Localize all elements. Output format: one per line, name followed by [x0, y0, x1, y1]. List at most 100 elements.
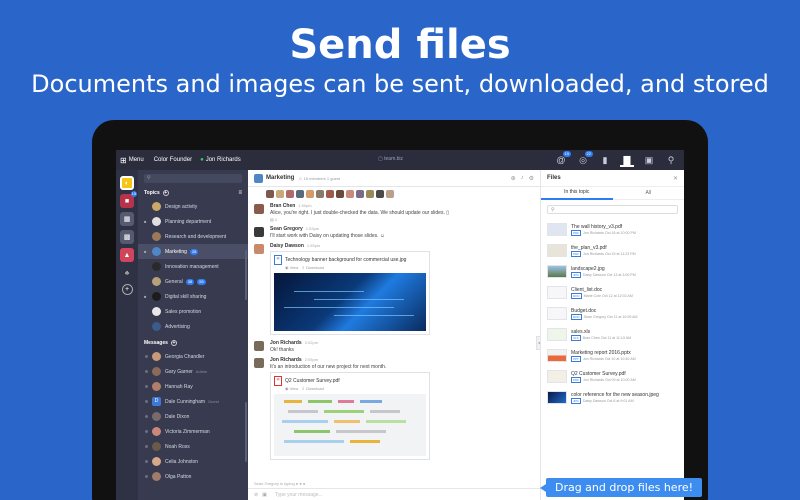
reaction[interactable]: ▤ 1: [270, 217, 532, 222]
gear-icon[interactable]: ⚙: [529, 175, 534, 182]
tab-all[interactable]: All: [613, 187, 685, 199]
file-item[interactable]: sales.xls XLS Bran Chen Oct 11 at 11:13 AM: [541, 324, 684, 345]
team-button-6[interactable]: ♣: [120, 266, 134, 280]
user-avatar: [152, 472, 161, 481]
download-link[interactable]: Download: [306, 386, 324, 391]
dm-item[interactable]: Georgia Chandler: [138, 349, 248, 364]
member-avatar[interactable]: [286, 190, 294, 198]
add-message-button[interactable]: +: [170, 340, 177, 346]
files-button[interactable]: ▇: [620, 153, 634, 167]
gif-icon[interactable]: ▣: [262, 492, 267, 498]
topic-item[interactable]: Advertising: [138, 319, 248, 334]
file-item[interactable]: Budget.doc DOC Sean Gregory Oct 11 at 10:0…: [541, 303, 684, 324]
document-preview[interactable]: [274, 394, 426, 456]
image-preview[interactable]: [274, 273, 426, 331]
file-item[interactable]: the_plan_v3.pdf PDF Jon Richards Oct 15 at…: [541, 240, 684, 261]
file-meta: JPG Daisy Dawson Oct 8 at 9:01 AM: [571, 398, 659, 404]
file-uploader: Bran Chen Oct 11 at 11:13 AM: [582, 336, 632, 340]
image-detail: [314, 299, 404, 300]
topic-item[interactable]: Innovation management: [138, 259, 248, 274]
member-avatar[interactable]: [276, 190, 284, 198]
view-link[interactable]: View: [290, 265, 299, 270]
topic-item[interactable]: Research and development: [138, 229, 248, 244]
add-member-icon[interactable]: ⊕: [511, 175, 516, 182]
files-search-input[interactable]: ⚲: [547, 205, 678, 214]
dm-item[interactable]: Celia Johnston: [138, 454, 248, 469]
dm-item[interactable]: D Dale Cunningham Guest: [138, 394, 248, 409]
sidebar-search-input[interactable]: ⚲: [144, 174, 242, 183]
members-button[interactable]: ▣: [642, 153, 656, 167]
bookmarks-button[interactable]: ▮: [598, 153, 612, 167]
eye-icon: ◉: [285, 386, 289, 391]
search-button[interactable]: ⚲: [664, 153, 678, 167]
file-attachment[interactable]: ▤ Technology banner background for commer…: [270, 251, 430, 335]
doc-detail: [308, 400, 332, 403]
dm-item[interactable]: Victoria Zimmerman: [138, 424, 248, 439]
file-item[interactable]: Client_list.doc DOC Marie Cole Oct 12 at 1…: [541, 282, 684, 303]
message-time: 1:55pm: [306, 243, 321, 248]
status-dot: [145, 400, 148, 403]
topics-menu-icon[interactable]: ≡: [238, 190, 242, 196]
add-topic-button[interactable]: +: [162, 190, 169, 196]
file-item[interactable]: Q2 Customer Survey.pdf PDF Jon Richards Oc…: [541, 366, 684, 387]
topic-item[interactable]: Sales promotion: [138, 304, 248, 319]
file-attachment[interactable]: ▤ Q2 Customer Survey.pdf ◉ View ⇩ Downloa…: [270, 372, 430, 460]
chat-header: Marketing ☺ 15 members 1 guest ⊕ ♪ ⚙: [248, 170, 540, 187]
team-rail: ◐ ■ 15 ▦ ▩ ▲ ♣ +: [116, 170, 138, 500]
message-input[interactable]: Type your message...: [275, 492, 323, 498]
file-thumbnail: [547, 223, 567, 236]
dm-item[interactable]: Olga Patton: [138, 469, 248, 484]
view-link[interactable]: View: [290, 386, 299, 391]
dm-item[interactable]: Hannah Ray: [138, 379, 248, 394]
messages-scrollbar[interactable]: [245, 402, 247, 462]
dm-item[interactable]: Gary Garner Admin: [138, 364, 248, 379]
image-detail: [334, 315, 414, 316]
file-item[interactable]: landscape2.jpg JPG Daisy Dawson Oct 13 at …: [541, 261, 684, 282]
topic-item[interactable]: ■ Planning department: [138, 214, 248, 229]
download-link[interactable]: Download: [306, 265, 324, 270]
member-avatar[interactable]: [306, 190, 314, 198]
notification-icon[interactable]: ♪: [521, 175, 524, 182]
member-avatar[interactable]: [356, 190, 364, 198]
attach-icon[interactable]: ⊘: [254, 492, 258, 498]
file-item[interactable]: Marketing report 2016.pptx PPT Jon Richard…: [541, 345, 684, 366]
topic-item[interactable]: General 38 55: [138, 274, 248, 289]
current-user[interactable]: ● Jon Richards: [200, 157, 241, 163]
topic-avatar: [152, 202, 161, 211]
member-avatar[interactable]: [326, 190, 334, 198]
menu-button[interactable]: ⊞ Menu: [120, 156, 144, 165]
member-avatar[interactable]: [366, 190, 374, 198]
member-avatar[interactable]: [346, 190, 354, 198]
attachment-actions: ◉ View ⇩ Download: [285, 386, 426, 391]
team-name[interactable]: Color Founder: [154, 157, 192, 163]
topics-header: Topics + ≡: [138, 187, 248, 199]
member-avatar[interactable]: [376, 190, 384, 198]
member-avatar[interactable]: [296, 190, 304, 198]
notifications-button[interactable]: ◎ 22: [576, 151, 593, 167]
grid-icon: ⊞: [120, 155, 127, 165]
message-text: Alice, you're right. I just double-check…: [270, 210, 532, 216]
file-item[interactable]: color reference for the new season.jpeg J…: [541, 387, 684, 408]
close-icon[interactable]: ✕: [673, 175, 678, 182]
members-count[interactable]: ☺ 15 members 1 guest: [298, 176, 340, 181]
topic-item[interactable]: ■ Digital skill sharing: [138, 289, 248, 304]
dm-item[interactable]: Dale Dixon: [138, 409, 248, 424]
member-avatar[interactable]: [336, 190, 344, 198]
team-button-2[interactable]: ■ 15: [120, 191, 137, 208]
team-button-4[interactable]: ▩: [120, 230, 134, 244]
member-avatar[interactable]: [316, 190, 324, 198]
dm-item[interactable]: Noah Ross: [138, 439, 248, 454]
topics-scrollbar[interactable]: [245, 250, 247, 300]
message: Sean Gregory 1:53pm I'll start work with …: [248, 226, 540, 239]
team-button-5[interactable]: ▲: [120, 248, 134, 262]
member-avatar[interactable]: [266, 190, 274, 198]
team-button-3[interactable]: ▦: [120, 212, 134, 226]
topic-item[interactable]: Design activity: [138, 199, 248, 214]
topic-item-selected[interactable]: ■ Marketing 28: [138, 244, 248, 259]
member-avatar[interactable]: [386, 190, 394, 198]
add-team-button[interactable]: +: [121, 284, 133, 295]
tab-in-this-topic[interactable]: In this topic: [541, 186, 613, 200]
mentions-button[interactable]: @ 19: [554, 151, 571, 167]
team-button-active[interactable]: ◐: [120, 176, 134, 190]
file-item[interactable]: The wall history_v3.pdf PDF Jon Richards O…: [541, 219, 684, 240]
